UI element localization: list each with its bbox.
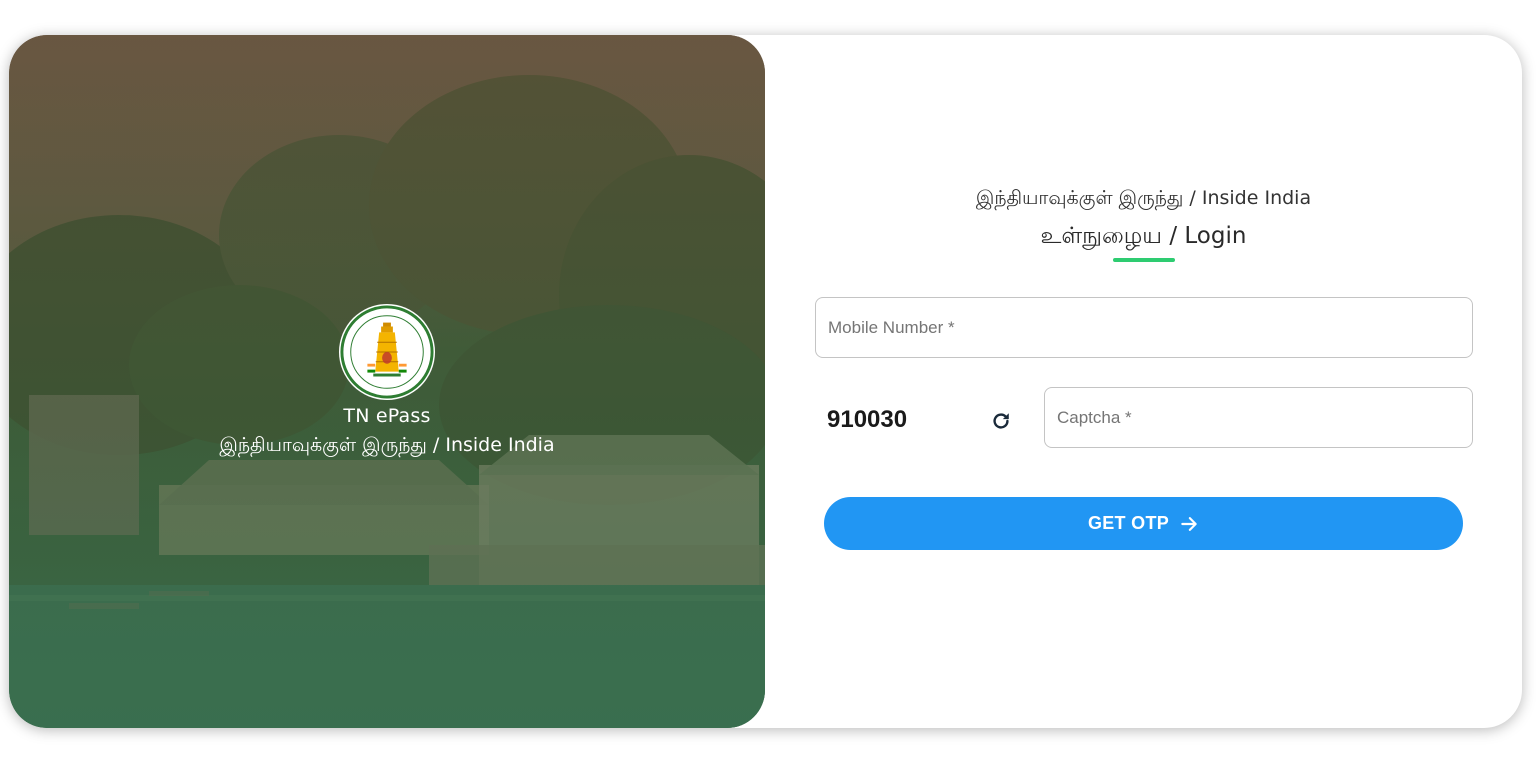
hero-app-name: TN ePass (343, 405, 431, 427)
captcha-field[interactable] (1044, 387, 1473, 448)
mobile-number-field[interactable] (815, 297, 1473, 358)
captcha-code: 910030 (827, 406, 908, 433)
hero-panel: TN ePass இந்தியாவுக்குள் இருந்து / Insid… (9, 35, 765, 728)
page-title: உள்நுழைய / Login (1040, 223, 1247, 249)
form-heading: இந்தியாவுக்குள் இருந்து / Inside India (975, 187, 1312, 209)
hero-subtitle: இந்தியாவுக்குள் இருந்து / Inside India (219, 434, 555, 456)
arrow-right-icon (1181, 516, 1197, 531)
mobile-number-input[interactable] (816, 298, 1472, 357)
refresh-icon[interactable] (990, 410, 1012, 432)
get-otp-label: GET OTP (1087, 513, 1170, 533)
title-underline (1113, 258, 1175, 262)
tamil-nadu-government-emblem-icon (338, 303, 436, 401)
captcha-input[interactable] (1045, 388, 1472, 447)
login-card: TN ePass இந்தியாவுக்குள் இருந்து / Insid… (9, 35, 1522, 728)
login-form: இந்தியாவுக்குள் இருந்து / Inside India உ… (765, 35, 1522, 728)
get-otp-button[interactable]: GET OTP (824, 497, 1463, 550)
